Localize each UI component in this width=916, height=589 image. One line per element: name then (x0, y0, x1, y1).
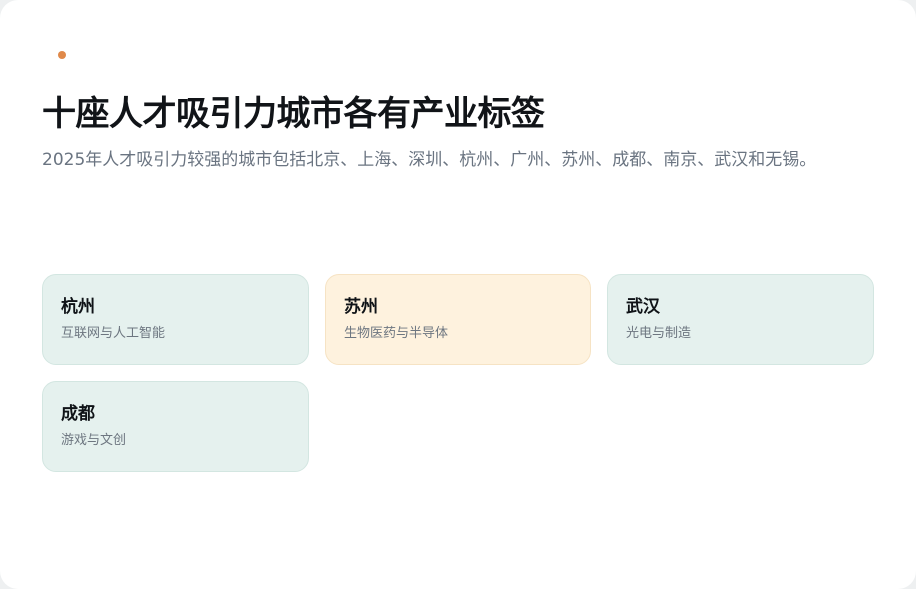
slide-card: 十座人才吸引力城市各有产业标签 2025年人才吸引力较强的城市包括北京、上海、深… (0, 0, 916, 589)
city-name: 杭州 (61, 297, 95, 317)
city-card-grid: 杭州 互联网与人工智能 苏州 生物医药与半导体 武汉 光电与制造 成都 游戏与文… (42, 274, 874, 472)
city-name: 苏州 (344, 297, 378, 317)
city-card-chengdu: 成都 游戏与文创 (42, 381, 309, 472)
page-title: 十座人才吸引力城市各有产业标签 (42, 94, 545, 134)
city-industry-tag: 生物医药与半导体 (344, 326, 449, 341)
city-industry-tag: 光电与制造 (626, 326, 692, 341)
city-name: 武汉 (626, 297, 660, 317)
city-card-suzhou: 苏州 生物医药与半导体 (325, 274, 591, 365)
city-industry-tag: 游戏与文创 (61, 433, 127, 448)
accent-dot-icon (58, 51, 66, 59)
page-subtitle: 2025年人才吸引力较强的城市包括北京、上海、深圳、杭州、广州、苏州、成都、南京… (42, 150, 817, 170)
city-card-wuhan: 武汉 光电与制造 (607, 274, 874, 365)
city-card-hangzhou: 杭州 互联网与人工智能 (42, 274, 309, 365)
city-industry-tag: 互联网与人工智能 (61, 326, 166, 341)
city-name: 成都 (61, 404, 95, 424)
